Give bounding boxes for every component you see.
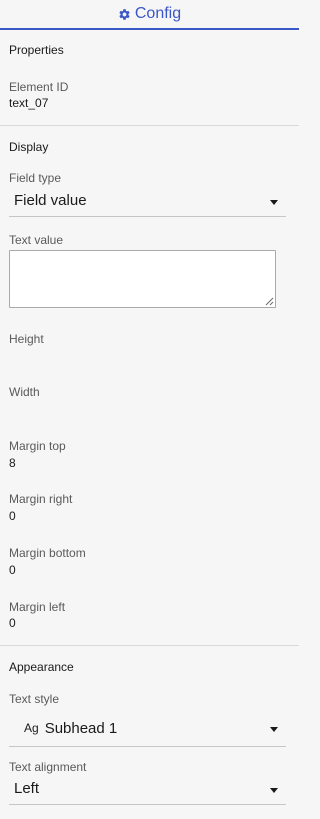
chevron-down-icon (270, 199, 278, 205)
text-style-label: Text style (9, 692, 60, 706)
config-title: Config (134, 5, 182, 22)
margin-right-input[interactable]: 0 (9, 509, 16, 523)
resize-grip-icon[interactable] (265, 297, 274, 306)
text-alignment-select[interactable]: Left (9, 773, 286, 805)
config-header: Config (0, 0, 299, 30)
margin-top-label: Margin top (9, 439, 66, 453)
text-style-value: Subhead 1 (44, 719, 118, 737)
text-value-textarea[interactable] (9, 250, 276, 308)
text-style-prefix: Ag (24, 721, 39, 735)
display-section-title: Display (9, 140, 49, 154)
field-type-label: Field type (9, 171, 62, 185)
margin-bottom-label: Margin bottom (9, 546, 86, 560)
divider (0, 645, 299, 646)
text-alignment-label: Text alignment (9, 760, 87, 774)
element-id-value: text_07 (9, 96, 49, 110)
height-label: Height (9, 332, 44, 346)
text-value-label: Text value (9, 233, 64, 247)
element-id-label: Element ID (9, 80, 69, 94)
margin-top-input[interactable]: 8 (9, 456, 16, 470)
field-type-select[interactable]: Field value (9, 185, 286, 217)
properties-section-title: Properties (9, 43, 64, 57)
divider (0, 125, 299, 126)
margin-left-label: Margin left (9, 600, 66, 614)
text-alignment-value: Left (14, 780, 40, 797)
margin-right-label: Margin right (9, 492, 73, 506)
chevron-down-icon (270, 727, 278, 732)
field-type-value: Field value (14, 192, 87, 209)
config-tab[interactable]: Config (118, 5, 181, 23)
chevron-down-icon (270, 787, 278, 793)
width-label: Width (9, 385, 40, 399)
margin-left-input[interactable]: 0 (9, 616, 16, 630)
margin-bottom-input[interactable]: 0 (9, 563, 16, 577)
gear-icon (118, 8, 131, 21)
appearance-section-title: Appearance (9, 660, 74, 674)
text-style-select[interactable]: Ag Subhead 1 (9, 710, 286, 747)
